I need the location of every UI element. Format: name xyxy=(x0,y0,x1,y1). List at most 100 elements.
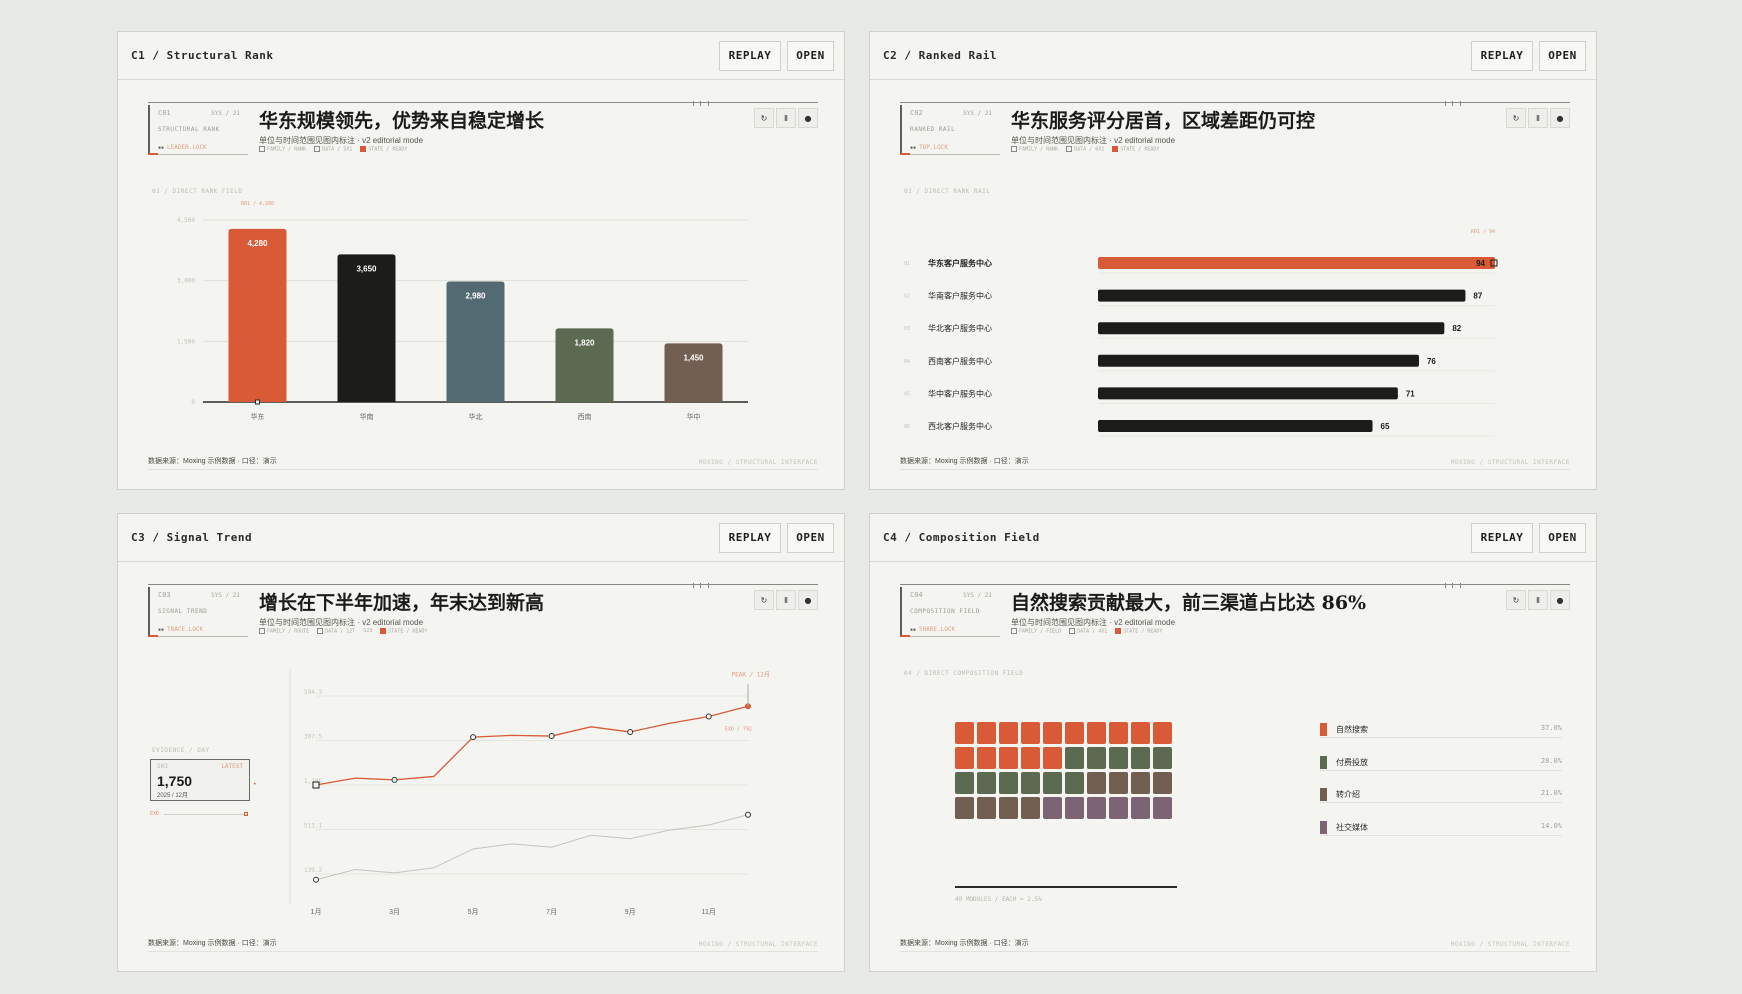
bar xyxy=(664,343,723,402)
data-point xyxy=(470,734,477,741)
waffle-cell xyxy=(1153,747,1172,769)
footer-source: 数据来源：Moxing 示例数据 · 口径：演示 xyxy=(148,458,277,465)
waffle-cell xyxy=(1043,797,1062,819)
card-header: C2 / Ranked Rail REPLAY OPEN xyxy=(870,32,1596,80)
legend-value: 14.0% xyxy=(1540,822,1562,831)
waffle-cell xyxy=(1065,722,1084,744)
waffle-cell xyxy=(955,797,974,819)
secondary-point xyxy=(313,876,319,883)
x-tick-label: 5月 xyxy=(468,908,479,916)
series-line-primary xyxy=(315,705,749,786)
waffle-cell xyxy=(955,722,974,744)
card-title: C3 / Signal Trend xyxy=(131,531,253,544)
bar-value-label: 71 xyxy=(1406,389,1415,398)
waffle-cell xyxy=(999,772,1018,794)
waffle-cell xyxy=(999,797,1018,819)
bar-value-label: 3,650 xyxy=(356,264,377,273)
category-label: 华北客户服务中心 xyxy=(928,323,992,333)
waffle-baseline xyxy=(955,886,1177,888)
secondary-point xyxy=(745,811,751,818)
waffle-cell xyxy=(1131,797,1150,819)
y-tick-label: 3,000 xyxy=(177,278,195,285)
chart-panel: C04 SYS / 21 COMPOSITION FIELD SHARE.LOC… xyxy=(900,583,1570,954)
open-button[interactable]: OPEN xyxy=(1539,40,1586,71)
footer-source: 数据来源：Moxing 示例数据 · 口径：演示 xyxy=(900,940,1029,947)
bar-value-label: 65 xyxy=(1381,422,1390,431)
waffle-cell xyxy=(999,747,1018,769)
replay-button[interactable]: REPLAY xyxy=(1471,40,1533,71)
x-tick-label: 西南 xyxy=(578,412,592,421)
waffle-cell xyxy=(977,772,996,794)
data-point xyxy=(391,776,398,783)
legend-label: 自然搜索 xyxy=(1336,725,1368,734)
waffle-cell xyxy=(977,722,996,744)
waffle-cell xyxy=(1109,722,1128,744)
legend-value: 37.0% xyxy=(1540,724,1562,732)
bar xyxy=(228,228,287,402)
ref-label: EXD / 792 xyxy=(725,727,752,733)
rail-chart: R01 / 94 01 华东客户服务中心 94 02 华南客户服务中心 87 03 华北客户服务… xyxy=(904,229,1498,437)
waffle-cell xyxy=(1109,747,1128,769)
legend-label: 转介绍 xyxy=(1336,790,1360,800)
rail-bar xyxy=(1098,354,1419,367)
replay-button[interactable]: REPLAY xyxy=(719,40,781,71)
peak-label: PEAK / 12月 xyxy=(731,671,770,678)
footer-source: 数据来源：Moxing 示例数据 · 口径：演示 xyxy=(900,458,1029,465)
waffle-cell xyxy=(1065,797,1084,819)
footer-brand: MOXING / STRUCTURAL INTERFACE xyxy=(1450,459,1570,466)
x-tick-label: 华北 xyxy=(469,412,483,421)
waffle-cell xyxy=(1109,772,1128,794)
legend-swatch xyxy=(1320,788,1327,802)
waffle-note: 40 MODULES / EACH = 2.5% xyxy=(955,896,1042,903)
rank-label: 03 xyxy=(904,326,910,332)
bar-value-label: 87 xyxy=(1473,292,1482,301)
bar-value-label: 94 xyxy=(1476,259,1485,268)
bar-value-label: 82 xyxy=(1452,324,1461,333)
bar-annotation: R01 / 4,280 xyxy=(241,201,274,207)
legend-value: 28.0% xyxy=(1540,756,1562,765)
bar-chart: 0 1,500 3,000 4,500 4,280 华东 3,650 华南 2,980 华北 1,8… xyxy=(177,201,748,421)
legend-swatch xyxy=(1320,821,1327,835)
replay-button[interactable]: REPLAY xyxy=(719,522,781,553)
waffle-cell xyxy=(1153,772,1172,794)
y-tick-label: 0 xyxy=(191,399,195,406)
waffle-cell xyxy=(1021,772,1040,794)
waffle-cell xyxy=(1131,772,1150,794)
card-structural-rank: C1 / Structural Rank REPLAY OPEN C01 SYS… xyxy=(117,31,845,490)
waffle-cell xyxy=(955,772,974,794)
x-tick-label: 华东 xyxy=(251,412,265,421)
category-label: 华东客户服务中心 xyxy=(928,258,992,268)
open-button[interactable]: OPEN xyxy=(787,522,834,553)
waffle-cell xyxy=(1153,797,1172,819)
bar-value-label: 1,450 xyxy=(683,353,704,362)
card-title: C4 / Composition Field xyxy=(883,531,1040,544)
waffle-cell xyxy=(1131,722,1150,744)
category-label: 华中客户服务中心 xyxy=(928,388,992,398)
card-header: C3 / Signal Trend REPLAY OPEN xyxy=(118,514,844,562)
legend-value: 21.0% xyxy=(1540,789,1562,798)
y-tick-label: 307.5 xyxy=(304,734,322,741)
x-tick-label: 华中 xyxy=(687,412,701,421)
waffle-cell xyxy=(1087,722,1106,744)
rail-bar xyxy=(1098,322,1445,335)
replay-button[interactable]: REPLAY xyxy=(1471,522,1533,553)
x-tick-label: 9月 xyxy=(625,908,636,916)
rank-label: 01 xyxy=(904,261,910,267)
rail-bar xyxy=(1098,420,1373,432)
open-button[interactable]: OPEN xyxy=(1539,522,1586,553)
waffle-cell xyxy=(1043,772,1062,794)
waffle-cell xyxy=(1087,747,1106,769)
open-button[interactable]: OPEN xyxy=(787,40,834,71)
legend-label: 付费投放 xyxy=(1336,757,1368,767)
footer-source: 数据来源：Moxing 示例数据 · 口径：演示 xyxy=(148,940,277,947)
card-title: C1 / Structural Rank xyxy=(131,49,274,62)
waffle-cell xyxy=(1043,747,1062,769)
waffle-cell xyxy=(977,797,996,819)
waffle-cell xyxy=(1109,797,1128,819)
bar xyxy=(337,254,396,402)
waffle-cell xyxy=(1087,772,1106,794)
bar-value-label: 2,980 xyxy=(465,291,486,300)
legend-item: 社交媒体 14.0% xyxy=(1320,820,1562,837)
category-label: 西北客户服务中心 xyxy=(928,421,992,431)
rail-bar xyxy=(1098,387,1398,400)
